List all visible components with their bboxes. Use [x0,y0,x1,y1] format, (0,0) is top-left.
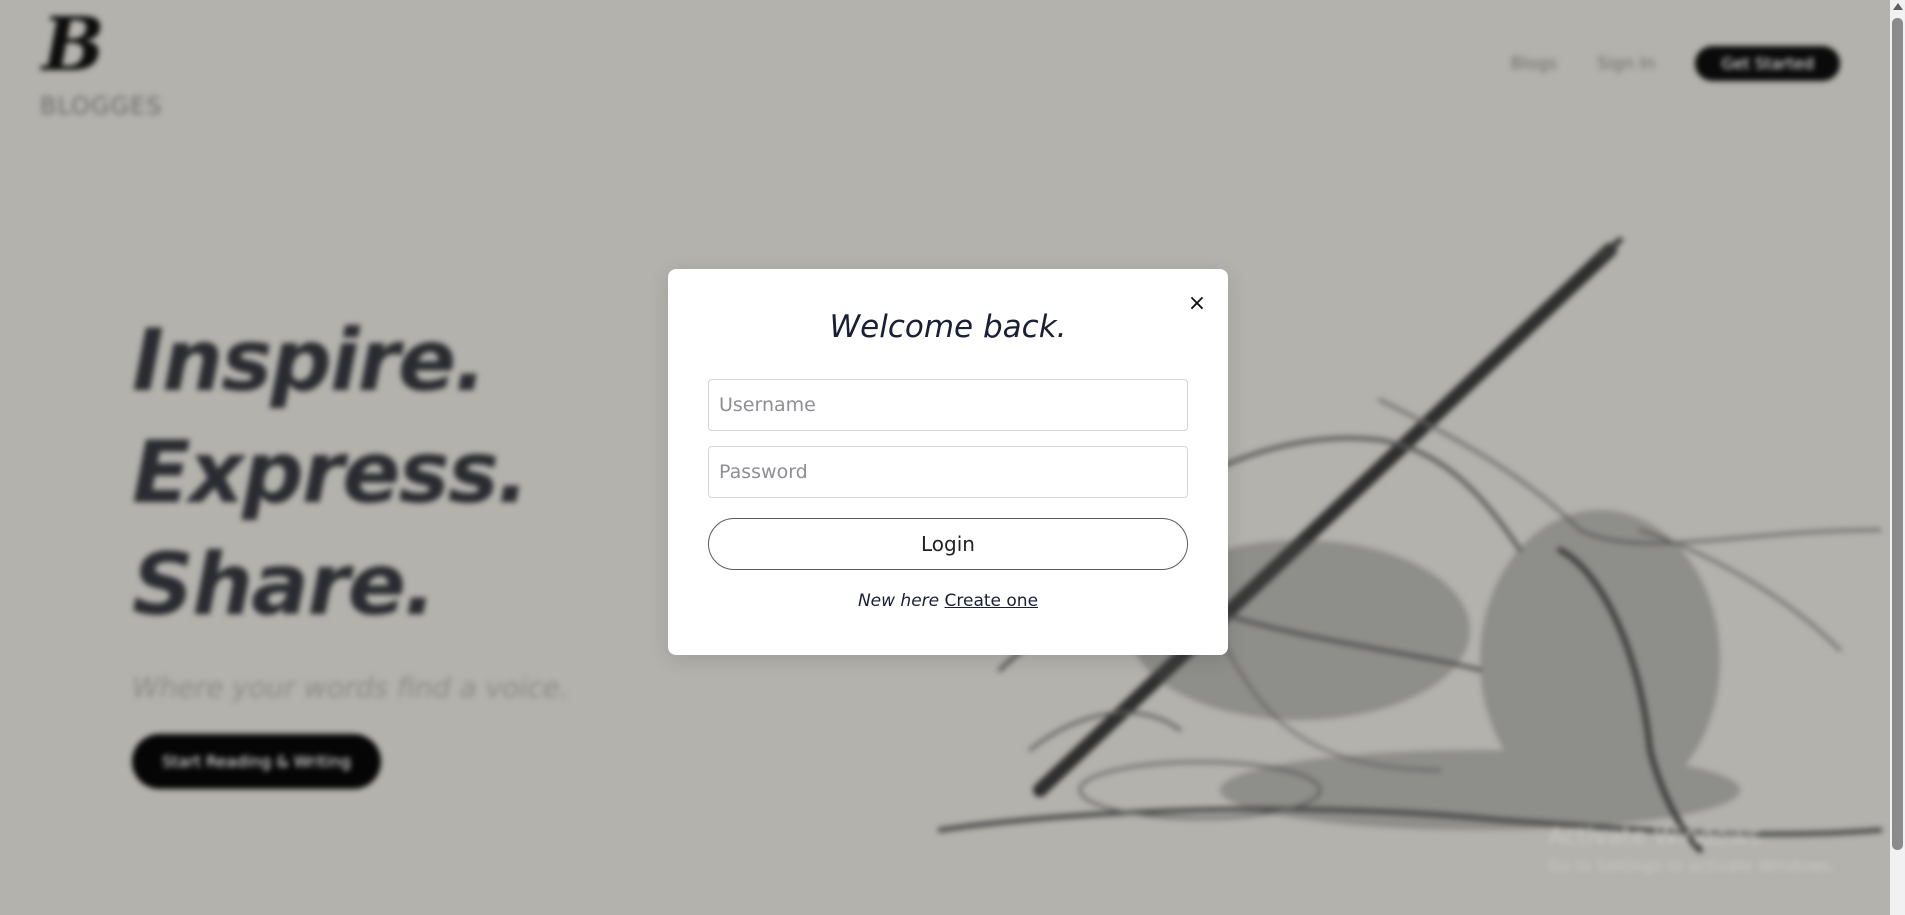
vertical-scrollbar[interactable] [1890,0,1905,915]
logo-wordmark: BLOGGES [40,92,163,120]
signup-prompt: New here Create one [668,591,1228,611]
landing-page: B BLOGGES Blogs Sign In Get Started Insp… [0,0,1890,915]
login-modal: × Welcome back. Login New here Create on… [668,269,1228,655]
signup-prompt-text: New here [857,591,940,611]
create-account-link[interactable]: Create one [945,591,1039,611]
hero-line-2: Express. [132,423,530,523]
chevron-up-icon[interactable] [1893,3,1903,10]
watermark-subtitle: Go to Settings to activate Windows. [1548,856,1835,875]
nav-blogs-link[interactable]: Blogs [1511,54,1557,74]
watermark-title: Activate Windows [1548,822,1762,850]
get-started-button[interactable]: Get Started [1695,46,1840,81]
windows-activation-watermark: Activate Windows Go to Settings to activ… [1548,822,1835,875]
logo-mark: B [42,2,104,88]
hero-line-1: Inspire. [132,311,487,411]
start-reading-writing-button[interactable]: Start Reading & Writing [132,734,381,789]
modal-title: Welcome back. [829,309,1067,345]
password-input[interactable] [708,446,1188,498]
hero-section: Inspire. Express. Share. Where your word… [132,305,569,789]
username-input[interactable] [708,379,1188,431]
top-nav: Blogs Sign In Get Started [1511,46,1840,81]
login-button[interactable]: Login [708,518,1188,570]
scrollbar-thumb[interactable] [1892,18,1903,850]
hero-subtitle: Where your words find a voice. [132,671,569,704]
hero-line-3: Share. [132,535,437,635]
logo[interactable]: B BLOGGES [38,2,161,120]
nav-sign-in-link[interactable]: Sign In [1597,54,1655,74]
